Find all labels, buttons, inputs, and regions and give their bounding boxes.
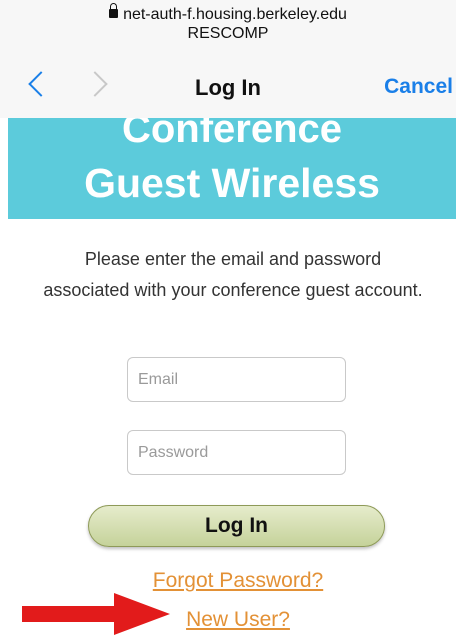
login-instructions: Please enter the email and password asso… [43,249,423,300]
cancel-button[interactable]: Cancel [384,75,453,99]
forgot-password-link[interactable]: Forgot Password? [0,569,456,593]
lock-icon [109,3,119,18]
browser-header: net-auth-f.housing.berkeley.edu RESCOMP … [0,0,456,118]
login-button[interactable]: Log In [88,505,385,547]
url-text: net-auth-f.housing.berkeley.edu [123,6,347,23]
banner-title-line1: Conference [121,118,343,151]
banner-title-line2: Guest Wireless [84,160,380,206]
email-field[interactable] [127,357,346,402]
conference-banner: Conference Guest Wireless [8,118,456,219]
red-arrow-icon [22,593,170,635]
url-display: net-auth-f.housing.berkeley.edu [0,3,456,24]
password-field[interactable] [127,430,346,475]
network-name: RESCOMP [187,25,269,42]
